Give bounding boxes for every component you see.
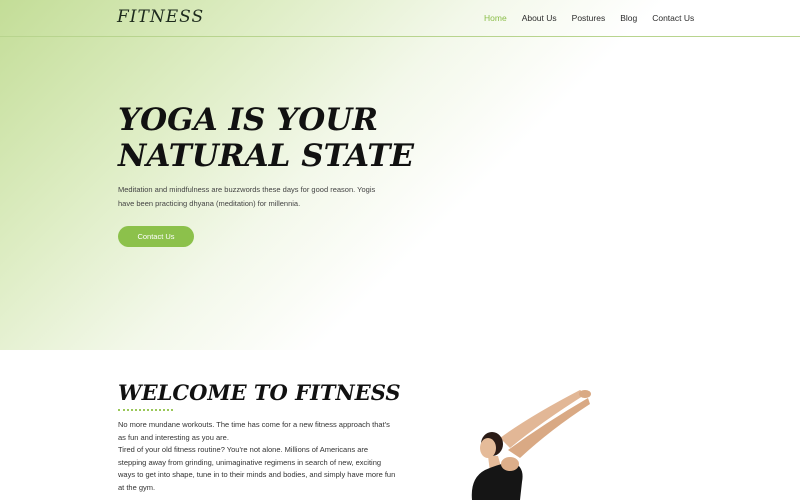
nav-link-postures[interactable]: Postures bbox=[572, 13, 606, 23]
hero-title-line-1: YOGA IS YOUR bbox=[118, 102, 379, 138]
hero-title-line-2: NATURAL STATE bbox=[118, 138, 415, 174]
site-logo[interactable]: FITNESS bbox=[117, 7, 204, 27]
contact-us-button[interactable]: Contact Us bbox=[118, 226, 194, 247]
yoga-face bbox=[480, 438, 496, 458]
welcome-paragraph-1: No more mundane workouts. The time has c… bbox=[118, 420, 390, 442]
yoga-hand bbox=[579, 390, 591, 398]
nav-link-home[interactable]: Home bbox=[484, 13, 507, 23]
nav-menu: Home About Us Postures Blog Contact Us bbox=[484, 13, 694, 23]
welcome-paragraph-2: Tired of your old fitness routine? You'r… bbox=[118, 445, 396, 492]
nav-link-about-us[interactable]: About Us bbox=[522, 13, 557, 23]
nav-link-contact-us[interactable]: Contact Us bbox=[652, 13, 694, 23]
hero-title: YOGA IS YOUR NATURAL STATE bbox=[118, 102, 448, 174]
hero-description: Meditation and mindfulness are buzzwords… bbox=[118, 185, 376, 208]
yoga-arm-back bbox=[500, 390, 586, 448]
yoga-shoulder bbox=[501, 457, 519, 471]
hero-background bbox=[0, 0, 800, 350]
navbar: FITNESS Home About Us Postures Blog Cont… bbox=[0, 0, 800, 37]
welcome-text: No more mundane workouts. The time has c… bbox=[118, 419, 398, 494]
yoga-woman-image bbox=[471, 390, 591, 500]
welcome-title: WELCOME TO FITNESS bbox=[118, 380, 401, 405]
title-underline-divider bbox=[118, 409, 173, 411]
nav-link-blog[interactable]: Blog bbox=[620, 13, 637, 23]
